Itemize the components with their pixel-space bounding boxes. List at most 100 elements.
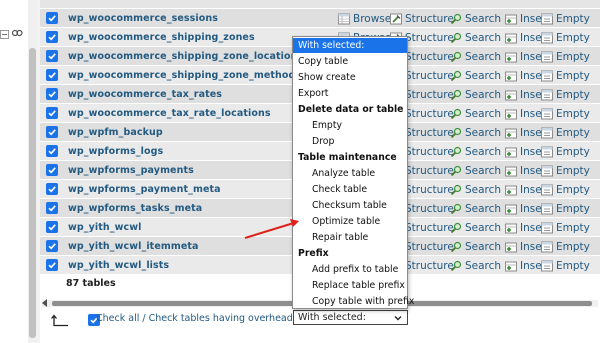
dropdown-option[interactable]: Analyze table: [293, 166, 407, 181]
table-name-link[interactable]: wp_woocommerce_shipping_zone_methods: [68, 70, 328, 81]
search-link[interactable]: Search: [450, 256, 501, 275]
dropdown-option[interactable]: Copy table: [293, 54, 407, 69]
browse-table-icon: [338, 13, 353, 25]
dropdown-option[interactable]: Copy table with prefix: [293, 294, 414, 309]
table-name-link[interactable]: wp_woocommerce_sessions: [68, 13, 328, 24]
row-checkbox[interactable]: [46, 145, 58, 157]
table-header-strip: [40, 0, 600, 8]
table-name-link[interactable]: wp_yith_wcwl_itemmeta: [68, 241, 328, 252]
insert-row-icon: [505, 165, 520, 177]
row-checkbox[interactable]: [46, 183, 58, 195]
search-link[interactable]: Search: [450, 123, 501, 142]
collapse-icon[interactable]: −: [0, 30, 9, 39]
dropdown-group-label: Table maintenance: [298, 152, 397, 163]
row-checkbox[interactable]: [46, 259, 58, 271]
search-link-label: Search: [465, 164, 502, 177]
empty-link[interactable]: Empty: [541, 66, 590, 85]
dropdown-option[interactable]: Add prefix to table: [293, 262, 407, 277]
empty-link[interactable]: Empty: [541, 123, 590, 142]
empty-table-icon: [541, 203, 556, 215]
vertical-scrollbar-thumb[interactable]: [29, 48, 36, 338]
search-link[interactable]: Search: [450, 218, 501, 237]
row-checkbox[interactable]: [46, 240, 58, 252]
empty-link[interactable]: Empty: [541, 142, 590, 161]
empty-link[interactable]: Empty: [541, 104, 590, 123]
row-checkbox[interactable]: [46, 12, 58, 24]
dropdown-option[interactable]: Repair table: [293, 230, 407, 245]
row-checkbox[interactable]: [46, 31, 58, 43]
insert-row-icon: [505, 89, 520, 101]
empty-link[interactable]: Empty: [541, 47, 590, 66]
table-name-link[interactable]: wp_wpforms_payment_meta: [68, 184, 328, 195]
table-name-link[interactable]: wp_wpfm_backup: [68, 127, 328, 138]
empty-link[interactable]: Empty: [541, 180, 590, 199]
scroll-left-arrow-icon[interactable]: [42, 299, 47, 307]
empty-table-icon: [541, 260, 556, 272]
search-link[interactable]: Search: [450, 28, 501, 47]
row-checkbox[interactable]: [46, 69, 58, 81]
dropdown-option[interactable]: Check table: [293, 182, 407, 197]
search-link[interactable]: Search: [450, 85, 501, 104]
row-checkbox[interactable]: [46, 202, 58, 214]
table-name-link[interactable]: wp_woocommerce_tax_rate_locations: [68, 108, 328, 119]
empty-link[interactable]: Empty: [541, 9, 590, 28]
empty-link[interactable]: Empty: [541, 199, 590, 218]
browse-link[interactable]: Browse: [338, 9, 391, 28]
row-checkbox[interactable]: [46, 164, 58, 176]
search-link[interactable]: Search: [450, 47, 501, 66]
dropdown-option[interactable]: Checksum table: [293, 198, 407, 213]
row-checkbox[interactable]: [46, 50, 58, 62]
table-name-link[interactable]: wp_woocommerce_shipping_zone_locations: [68, 51, 328, 62]
with-selected-dropdown[interactable]: With selected: Copy table Show create Expor…: [292, 36, 414, 309]
check-all-label[interactable]: Check all / Check tables having overhead: [96, 313, 293, 324]
table-name-link[interactable]: wp_wpforms_logs: [68, 146, 328, 157]
table-name-link[interactable]: wp_woocommerce_tax_rates: [68, 89, 328, 100]
empty-link[interactable]: Empty: [541, 218, 590, 237]
table-name-link[interactable]: wp_wpforms_tasks_meta: [68, 203, 328, 214]
with-selected-select[interactable]: With selected:: [293, 310, 408, 325]
row-checkbox[interactable]: [46, 88, 58, 100]
empty-link[interactable]: Empty: [541, 28, 590, 47]
empty-link[interactable]: Empty: [541, 256, 590, 275]
search-link-label: Search: [465, 202, 502, 215]
dropdown-option[interactable]: Replace table prefix: [293, 278, 407, 293]
structure-link[interactable]: Structure: [390, 9, 454, 28]
dropdown-option[interactable]: Optimize table: [293, 214, 407, 229]
table-name-link[interactable]: wp_yith_wcwl: [68, 222, 328, 233]
dropdown-option[interactable]: Export: [293, 86, 407, 101]
search-link[interactable]: Search: [450, 142, 501, 161]
empty-link[interactable]: Empty: [541, 85, 590, 104]
empty-link[interactable]: Empty: [541, 161, 590, 180]
search-icon: [450, 203, 465, 215]
insert-row-icon: [505, 184, 520, 196]
row-checkbox[interactable]: [46, 107, 58, 119]
table-name-link[interactable]: wp_wpforms_payments: [68, 165, 328, 176]
dropdown-option[interactable]: With selected:: [293, 38, 407, 53]
search-link[interactable]: Search: [450, 161, 501, 180]
empty-link-label: Empty: [556, 183, 590, 196]
dropdown-option[interactable]: Show create: [293, 70, 407, 85]
table-name-link[interactable]: wp_yith_wcwl_lists: [68, 260, 328, 271]
empty-table-icon: [541, 13, 556, 25]
row-checkbox[interactable]: [46, 221, 58, 233]
structure-link-label: Structure: [405, 221, 454, 234]
empty-link[interactable]: Empty: [541, 237, 590, 256]
search-link[interactable]: Search: [450, 237, 501, 256]
search-link[interactable]: Search: [450, 66, 501, 85]
table-name-link[interactable]: wp_woocommerce_shipping_zones: [68, 32, 328, 43]
search-link[interactable]: Search: [450, 180, 501, 199]
dropdown-option[interactable]: Drop: [293, 134, 407, 149]
search-link[interactable]: Search: [450, 199, 501, 218]
empty-table-icon: [541, 146, 556, 158]
table-row[interactable]: wp_woocommerce_sessions Browse Structure Se…: [40, 9, 600, 31]
search-link[interactable]: Search: [450, 104, 501, 123]
search-link[interactable]: Search: [450, 9, 501, 28]
link-icon[interactable]: [12, 29, 23, 37]
search-icon: [450, 260, 465, 272]
search-icon: [450, 241, 465, 253]
search-icon: [450, 165, 465, 177]
structure-link-label: Structure: [405, 145, 454, 158]
row-checkbox[interactable]: [46, 126, 58, 138]
dropdown-option[interactable]: Empty: [293, 118, 407, 133]
search-link-label: Search: [465, 126, 502, 139]
